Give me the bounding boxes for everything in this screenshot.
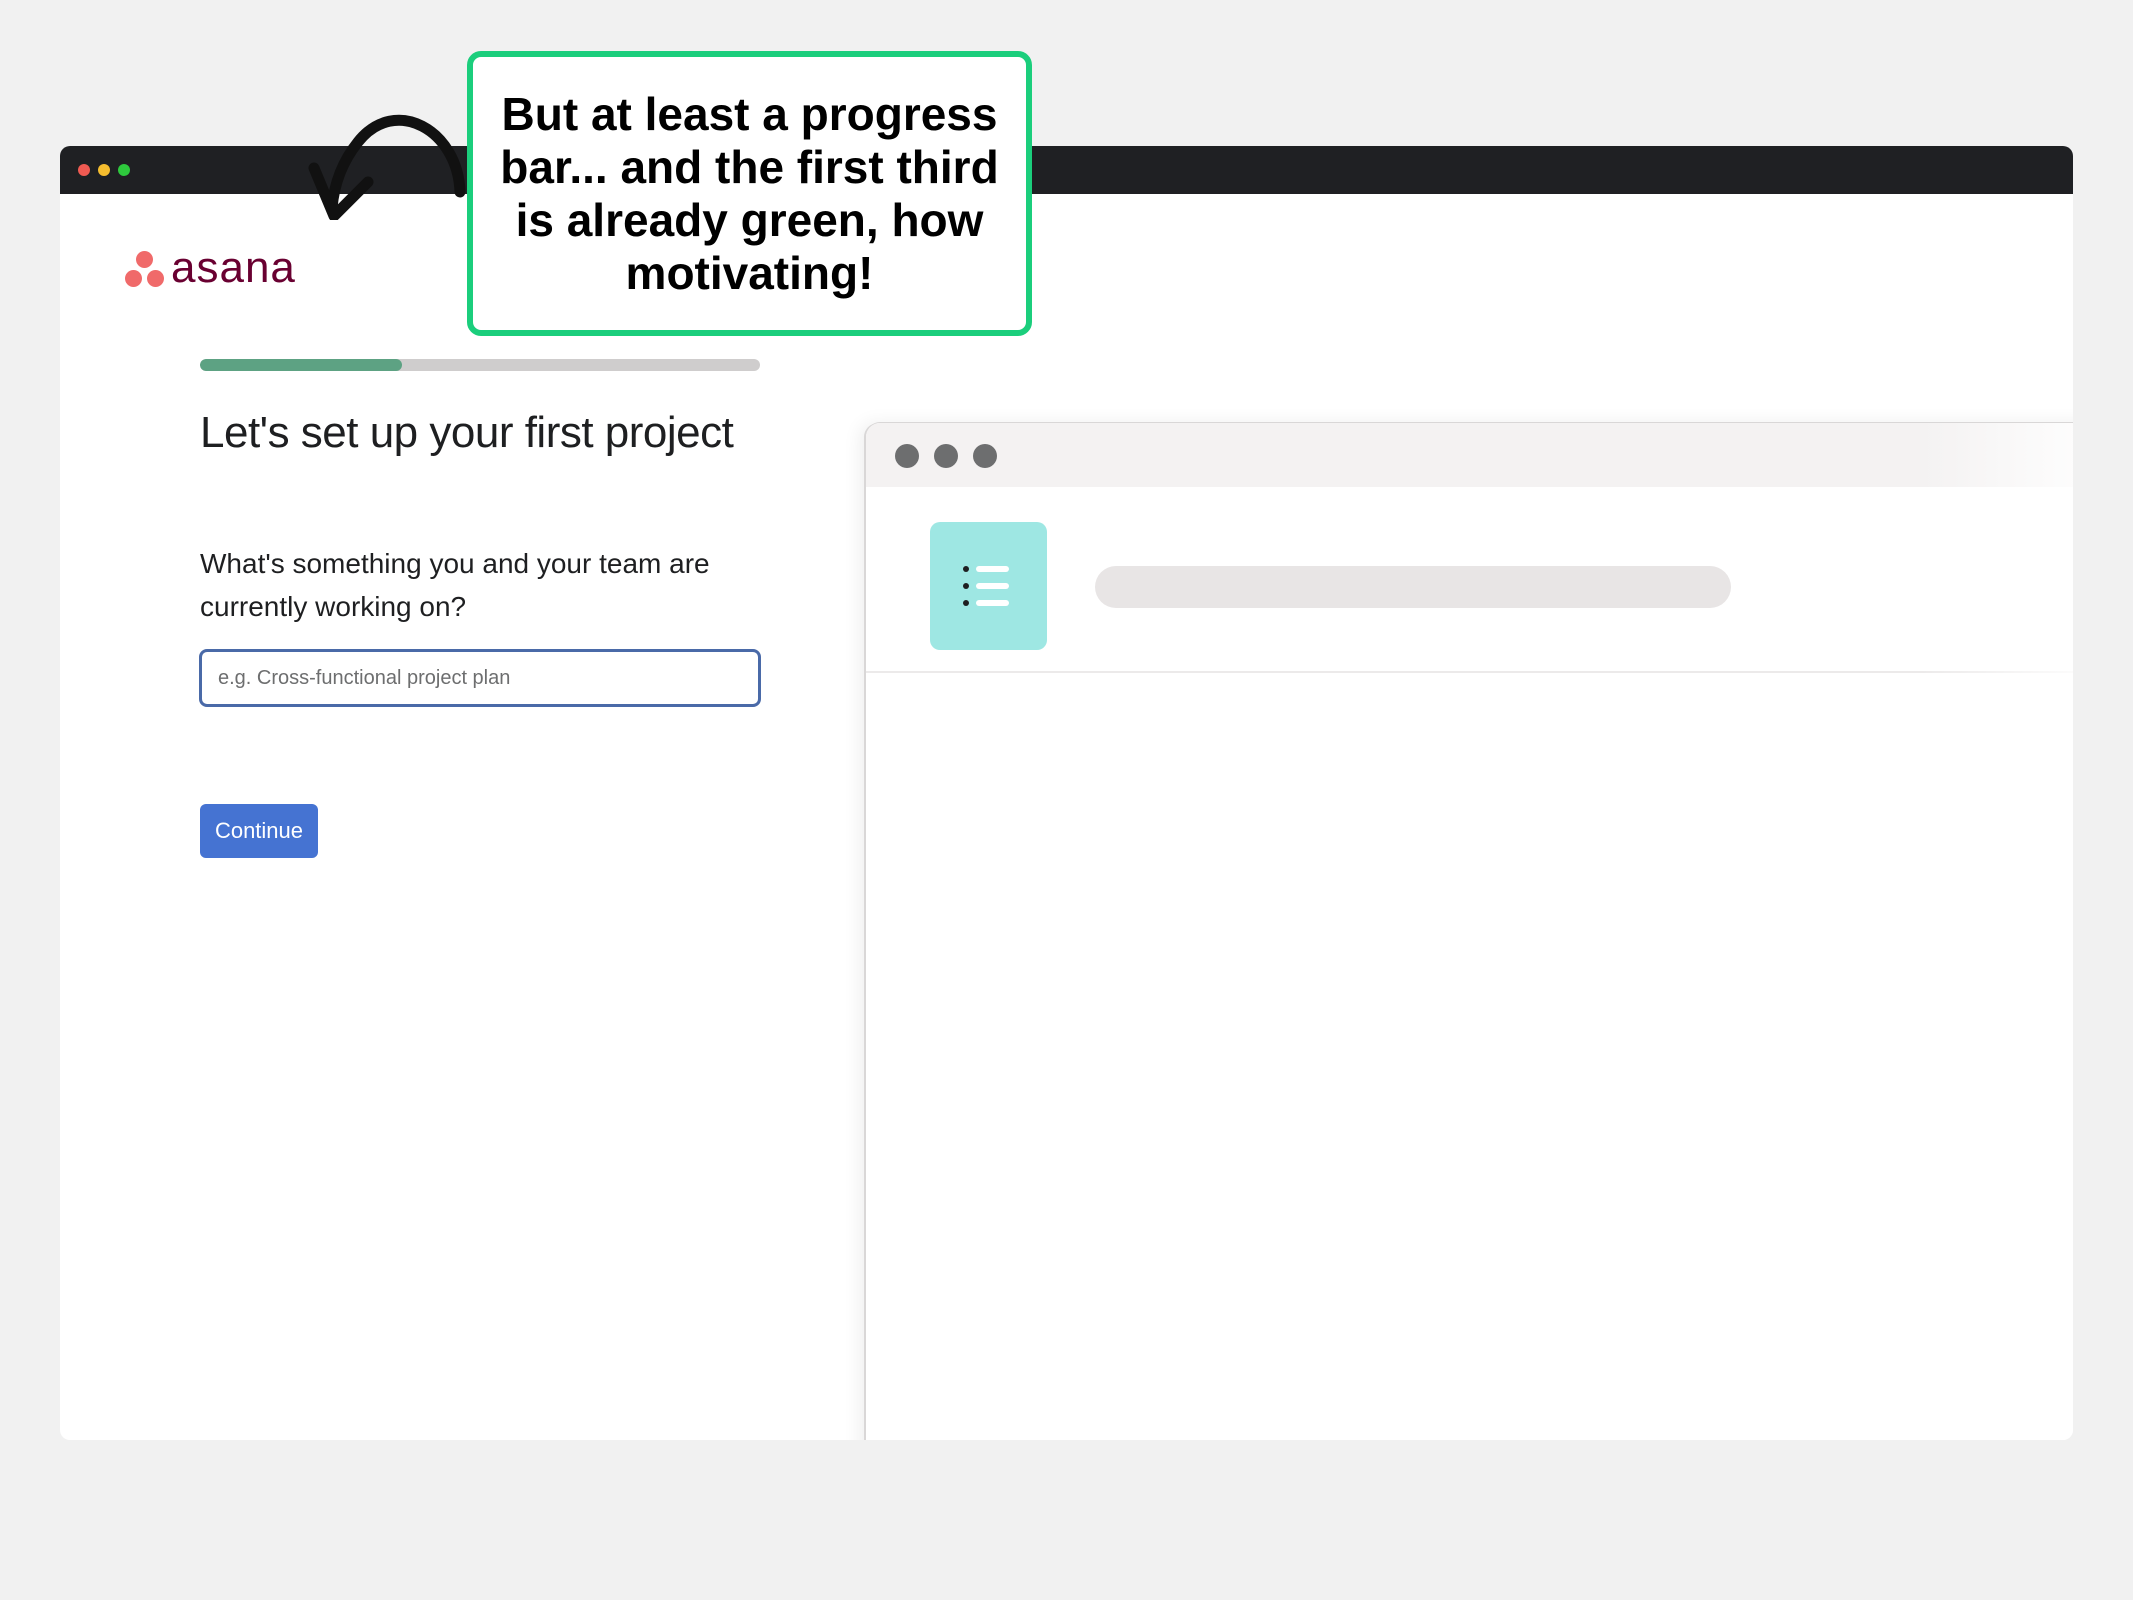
project-preview-panel [866, 423, 2073, 1440]
project-title-placeholder [1095, 566, 1731, 608]
close-window-button[interactable] [78, 164, 90, 176]
progress-bar-fill [200, 359, 402, 371]
browser-window: asana Let's set up your first project Wh… [60, 146, 2073, 1440]
page-title: Let's set up your first project [200, 408, 734, 457]
zoom-window-button[interactable] [118, 164, 130, 176]
asana-wordmark: asana [171, 243, 296, 292]
preview-window-bar [866, 423, 2073, 487]
project-question-label: What's something you and your team are c… [200, 548, 710, 622]
annotation-callout: But at least a progress bar... and the f… [467, 51, 1032, 336]
curved-arrow-icon [308, 115, 466, 220]
preview-dot-icon [934, 444, 958, 468]
preview-divider [866, 671, 2073, 673]
list-icon [963, 566, 1009, 606]
minimize-window-button[interactable] [98, 164, 110, 176]
project-name-input[interactable] [199, 649, 761, 707]
preview-dot-icon [895, 444, 919, 468]
preview-dot-icon [973, 444, 997, 468]
project-icon-tile [930, 522, 1047, 650]
onboarding-progress-bar [200, 359, 760, 371]
asana-mark-icon [125, 250, 165, 292]
continue-button[interactable]: Continue [200, 804, 318, 858]
